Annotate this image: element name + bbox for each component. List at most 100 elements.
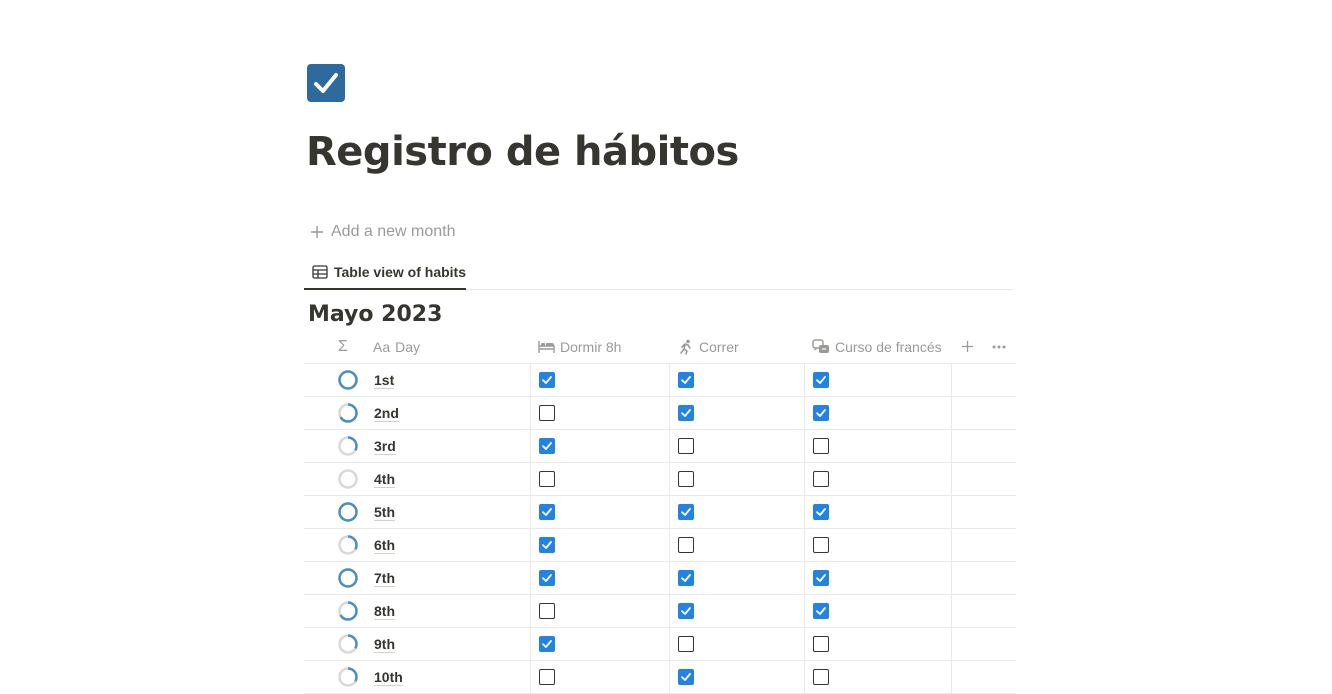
dormir-checkbox[interactable] (539, 636, 555, 652)
day-cell[interactable]: 6th (374, 529, 395, 561)
dormir-cell (539, 529, 555, 561)
column-header-frances[interactable]: Curso de francés (812, 330, 942, 363)
dormir-checkbox[interactable] (539, 471, 555, 487)
dormir-checkbox[interactable] (539, 372, 555, 388)
progress-cell (334, 595, 362, 627)
day-cell[interactable]: 7th (374, 562, 395, 594)
group-title[interactable]: Mayo 2023 (308, 300, 442, 330)
day-cell[interactable]: 3rd (374, 430, 396, 462)
column-header-correr[interactable]: Correr (678, 330, 739, 363)
frances-checkbox[interactable] (813, 372, 829, 388)
correr-checkbox[interactable] (678, 537, 694, 553)
table-row[interactable]: 10th (304, 661, 1016, 694)
frances-checkbox[interactable] (813, 570, 829, 586)
table-row[interactable]: 5th (304, 496, 1016, 529)
frances-checkbox[interactable] (813, 405, 829, 421)
frances-cell (813, 397, 829, 429)
correr-checkbox[interactable] (678, 636, 694, 652)
table-row[interactable]: 1st (304, 364, 1016, 397)
day-cell[interactable]: 8th (374, 595, 395, 627)
correr-checkbox[interactable] (678, 372, 694, 388)
column-divider (530, 364, 531, 693)
dormir-cell (539, 364, 555, 396)
column-header-dormir[interactable]: Dormir 8h (538, 330, 621, 363)
table-row[interactable]: 9th (304, 628, 1016, 661)
frances-cell (813, 595, 829, 627)
page-title[interactable]: Registro de hábitos (306, 126, 739, 178)
dormir-checkbox[interactable] (539, 405, 555, 421)
correr-cell (678, 661, 694, 693)
frances-checkbox[interactable] (813, 438, 829, 454)
dormir-checkbox[interactable] (539, 438, 555, 454)
dormir-checkbox[interactable] (539, 570, 555, 586)
correr-checkbox[interactable] (678, 669, 694, 685)
dormir-checkbox[interactable] (539, 537, 555, 553)
dormir-checkbox[interactable] (539, 504, 555, 520)
frances-checkbox[interactable] (813, 603, 829, 619)
more-options-button[interactable] (992, 330, 1011, 363)
correr-cell (678, 463, 694, 495)
frances-cell (813, 496, 829, 528)
language-icon (812, 338, 829, 353)
day-label[interactable]: 7th (374, 570, 395, 587)
day-label[interactable]: 1st (374, 372, 395, 389)
day-label[interactable]: 3rd (374, 438, 396, 455)
day-label[interactable]: 2nd (374, 405, 399, 422)
correr-checkbox[interactable] (678, 438, 694, 454)
table-row[interactable]: 3rd (304, 430, 1016, 463)
correr-cell (678, 595, 694, 627)
dormir-checkbox[interactable] (539, 603, 555, 619)
table-row[interactable]: 7th (304, 562, 1016, 595)
add-column-button[interactable] (961, 330, 979, 363)
table-row[interactable]: 4th (304, 463, 1016, 496)
frances-cell (813, 628, 829, 660)
day-label[interactable]: 9th (374, 636, 395, 653)
column-header-day[interactable]: Aa Day (373, 330, 420, 363)
table-row[interactable]: 6th (304, 529, 1016, 562)
progress-cell (334, 496, 362, 528)
day-cell[interactable]: 10th (374, 661, 403, 693)
progress-cell (334, 562, 362, 594)
day-cell[interactable]: 4th (374, 463, 395, 495)
correr-checkbox[interactable] (678, 504, 694, 520)
table-row[interactable]: 8th (304, 595, 1016, 628)
day-label[interactable]: 6th (374, 537, 395, 554)
habits-table: Σ Aa Day Dormir 8h Correr Curso de franc… (304, 330, 1016, 694)
day-label[interactable]: 4th (374, 471, 395, 488)
tab-label: Table view of habits (334, 263, 466, 280)
frances-cell (813, 562, 829, 594)
day-label[interactable]: 5th (374, 504, 395, 521)
frances-checkbox[interactable] (813, 636, 829, 652)
checkmark-icon (816, 574, 826, 582)
table-row[interactable]: 2nd (304, 397, 1016, 430)
correr-cell (678, 364, 694, 396)
day-label[interactable]: 10th (374, 669, 403, 686)
correr-cell (678, 628, 694, 660)
frances-checkbox[interactable] (813, 537, 829, 553)
checkmark-icon (542, 442, 552, 450)
add-month-button[interactable]: Add a new month (309, 220, 456, 244)
day-cell[interactable]: 9th (374, 628, 395, 660)
correr-checkbox[interactable] (678, 471, 694, 487)
progress-ring-icon (338, 601, 358, 621)
frances-checkbox[interactable] (813, 471, 829, 487)
correr-checkbox[interactable] (678, 405, 694, 421)
tab-table-view[interactable]: Table view of habits (304, 255, 466, 290)
column-header-progress[interactable]: Σ (338, 330, 348, 363)
dormir-checkbox[interactable] (539, 669, 555, 685)
correr-cell (678, 562, 694, 594)
add-column-icon (962, 341, 973, 352)
frances-checkbox[interactable] (813, 504, 829, 520)
checkmark-icon (681, 508, 691, 516)
correr-checkbox[interactable] (678, 570, 694, 586)
correr-checkbox[interactable] (678, 603, 694, 619)
frances-checkbox[interactable] (813, 669, 829, 685)
day-cell[interactable]: 5th (374, 496, 395, 528)
checkmark-icon (542, 376, 552, 384)
day-cell[interactable]: 1st (374, 364, 395, 396)
day-cell[interactable]: 2nd (374, 397, 399, 429)
checkmark-icon (681, 574, 691, 582)
day-label[interactable]: 8th (374, 603, 395, 620)
page-checkbox-icon[interactable] (307, 64, 345, 102)
dormir-cell (539, 661, 555, 693)
